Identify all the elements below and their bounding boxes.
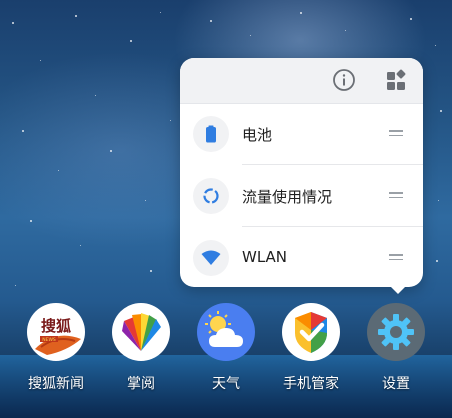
svg-text:NEWS: NEWS	[42, 337, 56, 343]
app-label: 天气	[212, 376, 240, 392]
app-label: 手机管家	[283, 376, 339, 392]
drag-handle-icon[interactable]	[389, 254, 403, 262]
app-phone-manager[interactable]: 手机管家	[271, 303, 351, 398]
data-usage-icon	[193, 178, 229, 214]
shortcut-label: 电池	[242, 126, 273, 144]
widgets-icon[interactable]	[385, 68, 409, 92]
shortcut-label: 流量使用情况	[242, 188, 333, 206]
shortcut-wlan[interactable]: WLAN	[180, 227, 423, 289]
popup-header	[180, 58, 423, 104]
weather-icon	[197, 303, 255, 361]
drag-handle-icon[interactable]	[389, 192, 403, 200]
shortcut-label: WLAN	[242, 248, 288, 266]
sohu-logo-text: 搜狐	[41, 317, 71, 335]
drag-handle-icon[interactable]	[389, 130, 403, 138]
wifi-icon	[193, 240, 229, 276]
app-settings[interactable]: 设置	[356, 303, 436, 398]
app-ireader[interactable]: 掌阅	[101, 303, 181, 398]
app-label: 搜狐新闻	[28, 376, 84, 392]
phone-manager-icon	[282, 303, 340, 361]
app-weather[interactable]: 天气	[186, 303, 266, 398]
settings-icon	[367, 303, 425, 361]
ireader-icon	[112, 303, 170, 361]
popup-pointer	[390, 286, 406, 294]
battery-icon	[193, 116, 229, 152]
shortcut-battery[interactable]: 电池	[180, 103, 423, 165]
app-sohu-news[interactable]: NEWS 搜狐 搜狐新闻	[16, 303, 96, 398]
app-label: 设置	[382, 376, 410, 392]
app-shortcut-popup: 电池 流量使用情况 WLAN	[180, 58, 423, 287]
shortcut-data-usage[interactable]: 流量使用情况	[180, 165, 423, 227]
info-icon[interactable]	[332, 68, 356, 92]
sohu-news-icon: NEWS 搜狐	[27, 303, 85, 361]
app-label: 掌阅	[127, 376, 155, 392]
